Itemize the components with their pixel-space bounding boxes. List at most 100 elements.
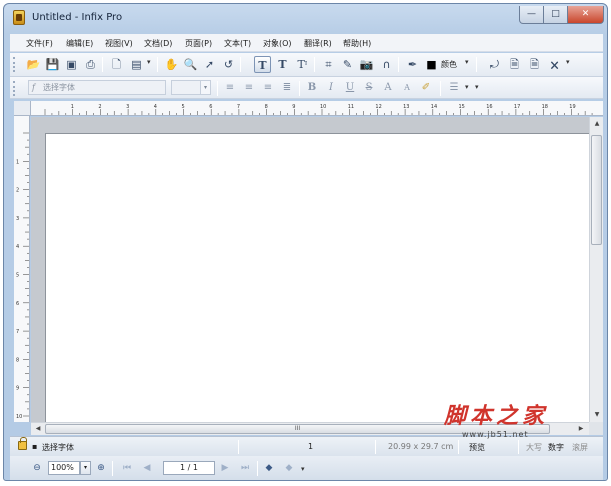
eyedropper-icon[interactable]: ✒ <box>404 56 421 73</box>
hand-icon[interactable]: ✋ <box>163 56 180 73</box>
nav-dropdown-icon[interactable]: ▾ <box>301 465 305 473</box>
menu-page[interactable]: 页面(P) <box>185 38 212 49</box>
status-bar: ▪ 选择字体 1 20.99 x 29.7 cm 预览 大写 数字 滚屏 <box>10 436 603 456</box>
strikethrough-button[interactable]: S <box>361 80 377 96</box>
maximize-button[interactable]: □ <box>543 6 568 24</box>
format-toolbar: f 选择字体 ▾ ≡ ≡ ≡ ≣ B I U S A A ✐ ☰ ▾ ▾ <box>10 77 603 99</box>
back-icon[interactable]: ◆ <box>262 461 276 475</box>
open-folder-icon[interactable]: 📂 <box>25 56 42 73</box>
color-label[interactable]: 颜色 <box>441 59 457 70</box>
ruler-number: 6 <box>16 301 19 307</box>
align-right-icon[interactable]: ≡ <box>260 80 276 96</box>
toolbar-grip[interactable] <box>13 81 16 96</box>
scroll-down-icon[interactable]: ▼ <box>590 408 604 422</box>
last-page-icon[interactable]: ⏭ <box>238 461 252 475</box>
superscript-button[interactable]: A <box>380 80 396 96</box>
ruler-number: 19 <box>569 104 575 110</box>
toolbar-separator <box>398 57 399 72</box>
zoom-level-input[interactable]: 100% <box>48 461 80 475</box>
ruler-number: 2 <box>16 188 19 194</box>
vertical-scroll-thumb[interactable] <box>591 135 602 245</box>
lock-icon <box>18 437 27 450</box>
line-spacing-dropdown-icon[interactable]: ▾ <box>465 83 469 91</box>
menu-help[interactable]: 帮助(H) <box>343 38 371 49</box>
ruler-number: 7 <box>237 104 240 110</box>
color-swatch-icon[interactable]: ■ <box>423 56 440 73</box>
zoom-in-icon[interactable]: ⊕ <box>94 461 108 475</box>
status-separator <box>375 440 376 454</box>
status-font: 选择字体 <box>42 443 74 452</box>
page-icon[interactable]: ▤ <box>128 56 145 73</box>
format-more-dropdown-icon[interactable]: ▾ <box>475 83 479 91</box>
page-dropdown-icon[interactable]: ▾ <box>147 58 151 66</box>
text-edit-icon[interactable]: T <box>274 56 291 73</box>
pen-icon[interactable]: ✎ <box>339 56 356 73</box>
document-icon[interactable]: 🗋 <box>108 56 125 73</box>
toolbar-separator <box>299 81 300 96</box>
page-extract-icon[interactable]: 🗎 <box>526 56 543 73</box>
zoom-out-icon[interactable]: ⊖ <box>30 461 44 475</box>
toolbar-separator <box>157 57 158 72</box>
vertical-ruler: 1 2 3 4 5 6 7 8 9 10 <box>14 116 30 422</box>
page-delete-icon[interactable]: 🗙 <box>546 56 563 73</box>
next-page-icon[interactable]: ▶ <box>218 461 232 475</box>
menu-view[interactable]: 视图(V) <box>105 38 133 49</box>
color-dropdown-icon[interactable]: ▾ <box>465 58 469 66</box>
line-spacing-icon[interactable]: ☰ <box>446 80 462 96</box>
minimize-button[interactable]: — <box>519 6 544 24</box>
previous-page-icon[interactable]: ◀ <box>140 461 154 475</box>
font-size-input[interactable] <box>171 80 201 95</box>
ruler-number: 16 <box>486 104 492 110</box>
menu-edit[interactable]: 编辑(E) <box>66 38 93 49</box>
close-button[interactable]: ✕ <box>567 6 604 24</box>
scroll-left-icon[interactable]: ◀ <box>32 423 44 435</box>
subscript-button[interactable]: A <box>399 80 415 96</box>
align-left-icon[interactable]: ≡ <box>222 80 238 96</box>
crop-icon[interactable]: ⌗ <box>320 56 337 73</box>
toolbar-grip[interactable] <box>13 57 16 72</box>
undo-icon[interactable]: ↺ <box>220 56 237 73</box>
status-separator <box>518 440 519 454</box>
ruler-number: 2 <box>98 104 101 110</box>
menu-text[interactable]: 文本(T) <box>224 38 251 49</box>
bold-button[interactable]: B <box>304 80 320 96</box>
zoom-dropdown-icon[interactable]: ▾ <box>80 461 91 475</box>
navigation-bar: ⊖ 100% ▾ ⊕ ⏮ ◀ 1 / 1 ▶ ⏭ ◆ ◆ ▾ <box>10 456 603 480</box>
vertical-scrollbar[interactable]: ▲ ▼ <box>589 117 603 422</box>
zoom-icon[interactable]: 🔍 <box>182 56 199 73</box>
camera-icon[interactable]: 📷 <box>358 56 375 73</box>
page-indicator-input[interactable]: 1 / 1 <box>163 461 215 475</box>
page-add-icon[interactable]: 🗎 <box>506 56 523 73</box>
first-page-icon[interactable]: ⏮ <box>120 461 134 475</box>
print-icon[interactable]: ⎙ <box>82 56 99 73</box>
arrow-select-icon[interactable]: ➚ <box>201 56 218 73</box>
window-title: Untitled - Infix Pro <box>32 12 123 23</box>
page-tools-dropdown-icon[interactable]: ▾ <box>566 58 570 66</box>
text-tool-icon[interactable]: T <box>254 56 271 73</box>
align-justify-icon[interactable]: ≣ <box>279 80 295 96</box>
toolbar-separator <box>240 57 241 72</box>
save-icon[interactable]: 💾 <box>44 56 61 73</box>
menu-translate[interactable]: 翻译(R) <box>304 38 332 49</box>
save-as-icon[interactable]: ▣ <box>63 56 80 73</box>
scroll-up-icon[interactable]: ▲ <box>590 117 604 131</box>
document-canvas[interactable] <box>31 117 589 422</box>
align-center-icon[interactable]: ≡ <box>241 80 257 96</box>
forward-icon[interactable]: ◆ <box>282 461 296 475</box>
italic-button[interactable]: I <box>323 80 339 96</box>
page-rotate-icon[interactable]: ⤾ <box>486 56 503 73</box>
menu-document[interactable]: 文档(D) <box>144 38 172 49</box>
highlight-icon[interactable]: ✐ <box>418 80 434 96</box>
menu-file[interactable]: 文件(F) <box>26 38 53 49</box>
menu-object[interactable]: 对象(O) <box>263 38 292 49</box>
font-size-dropdown-icon[interactable]: ▾ <box>200 80 211 95</box>
underline-button[interactable]: U <box>342 80 358 96</box>
text-flow-icon[interactable]: Tᶦ <box>294 56 311 73</box>
toolbar-separator <box>440 81 441 96</box>
watermark-url: www.jb51.net <box>462 430 529 439</box>
path-icon[interactable]: ∩ <box>378 56 395 73</box>
font-select[interactable]: f 选择字体 <box>28 80 166 95</box>
document-page[interactable] <box>45 133 589 422</box>
scroll-right-icon[interactable]: ▶ <box>575 423 587 435</box>
scrollbar-corner <box>589 422 603 435</box>
